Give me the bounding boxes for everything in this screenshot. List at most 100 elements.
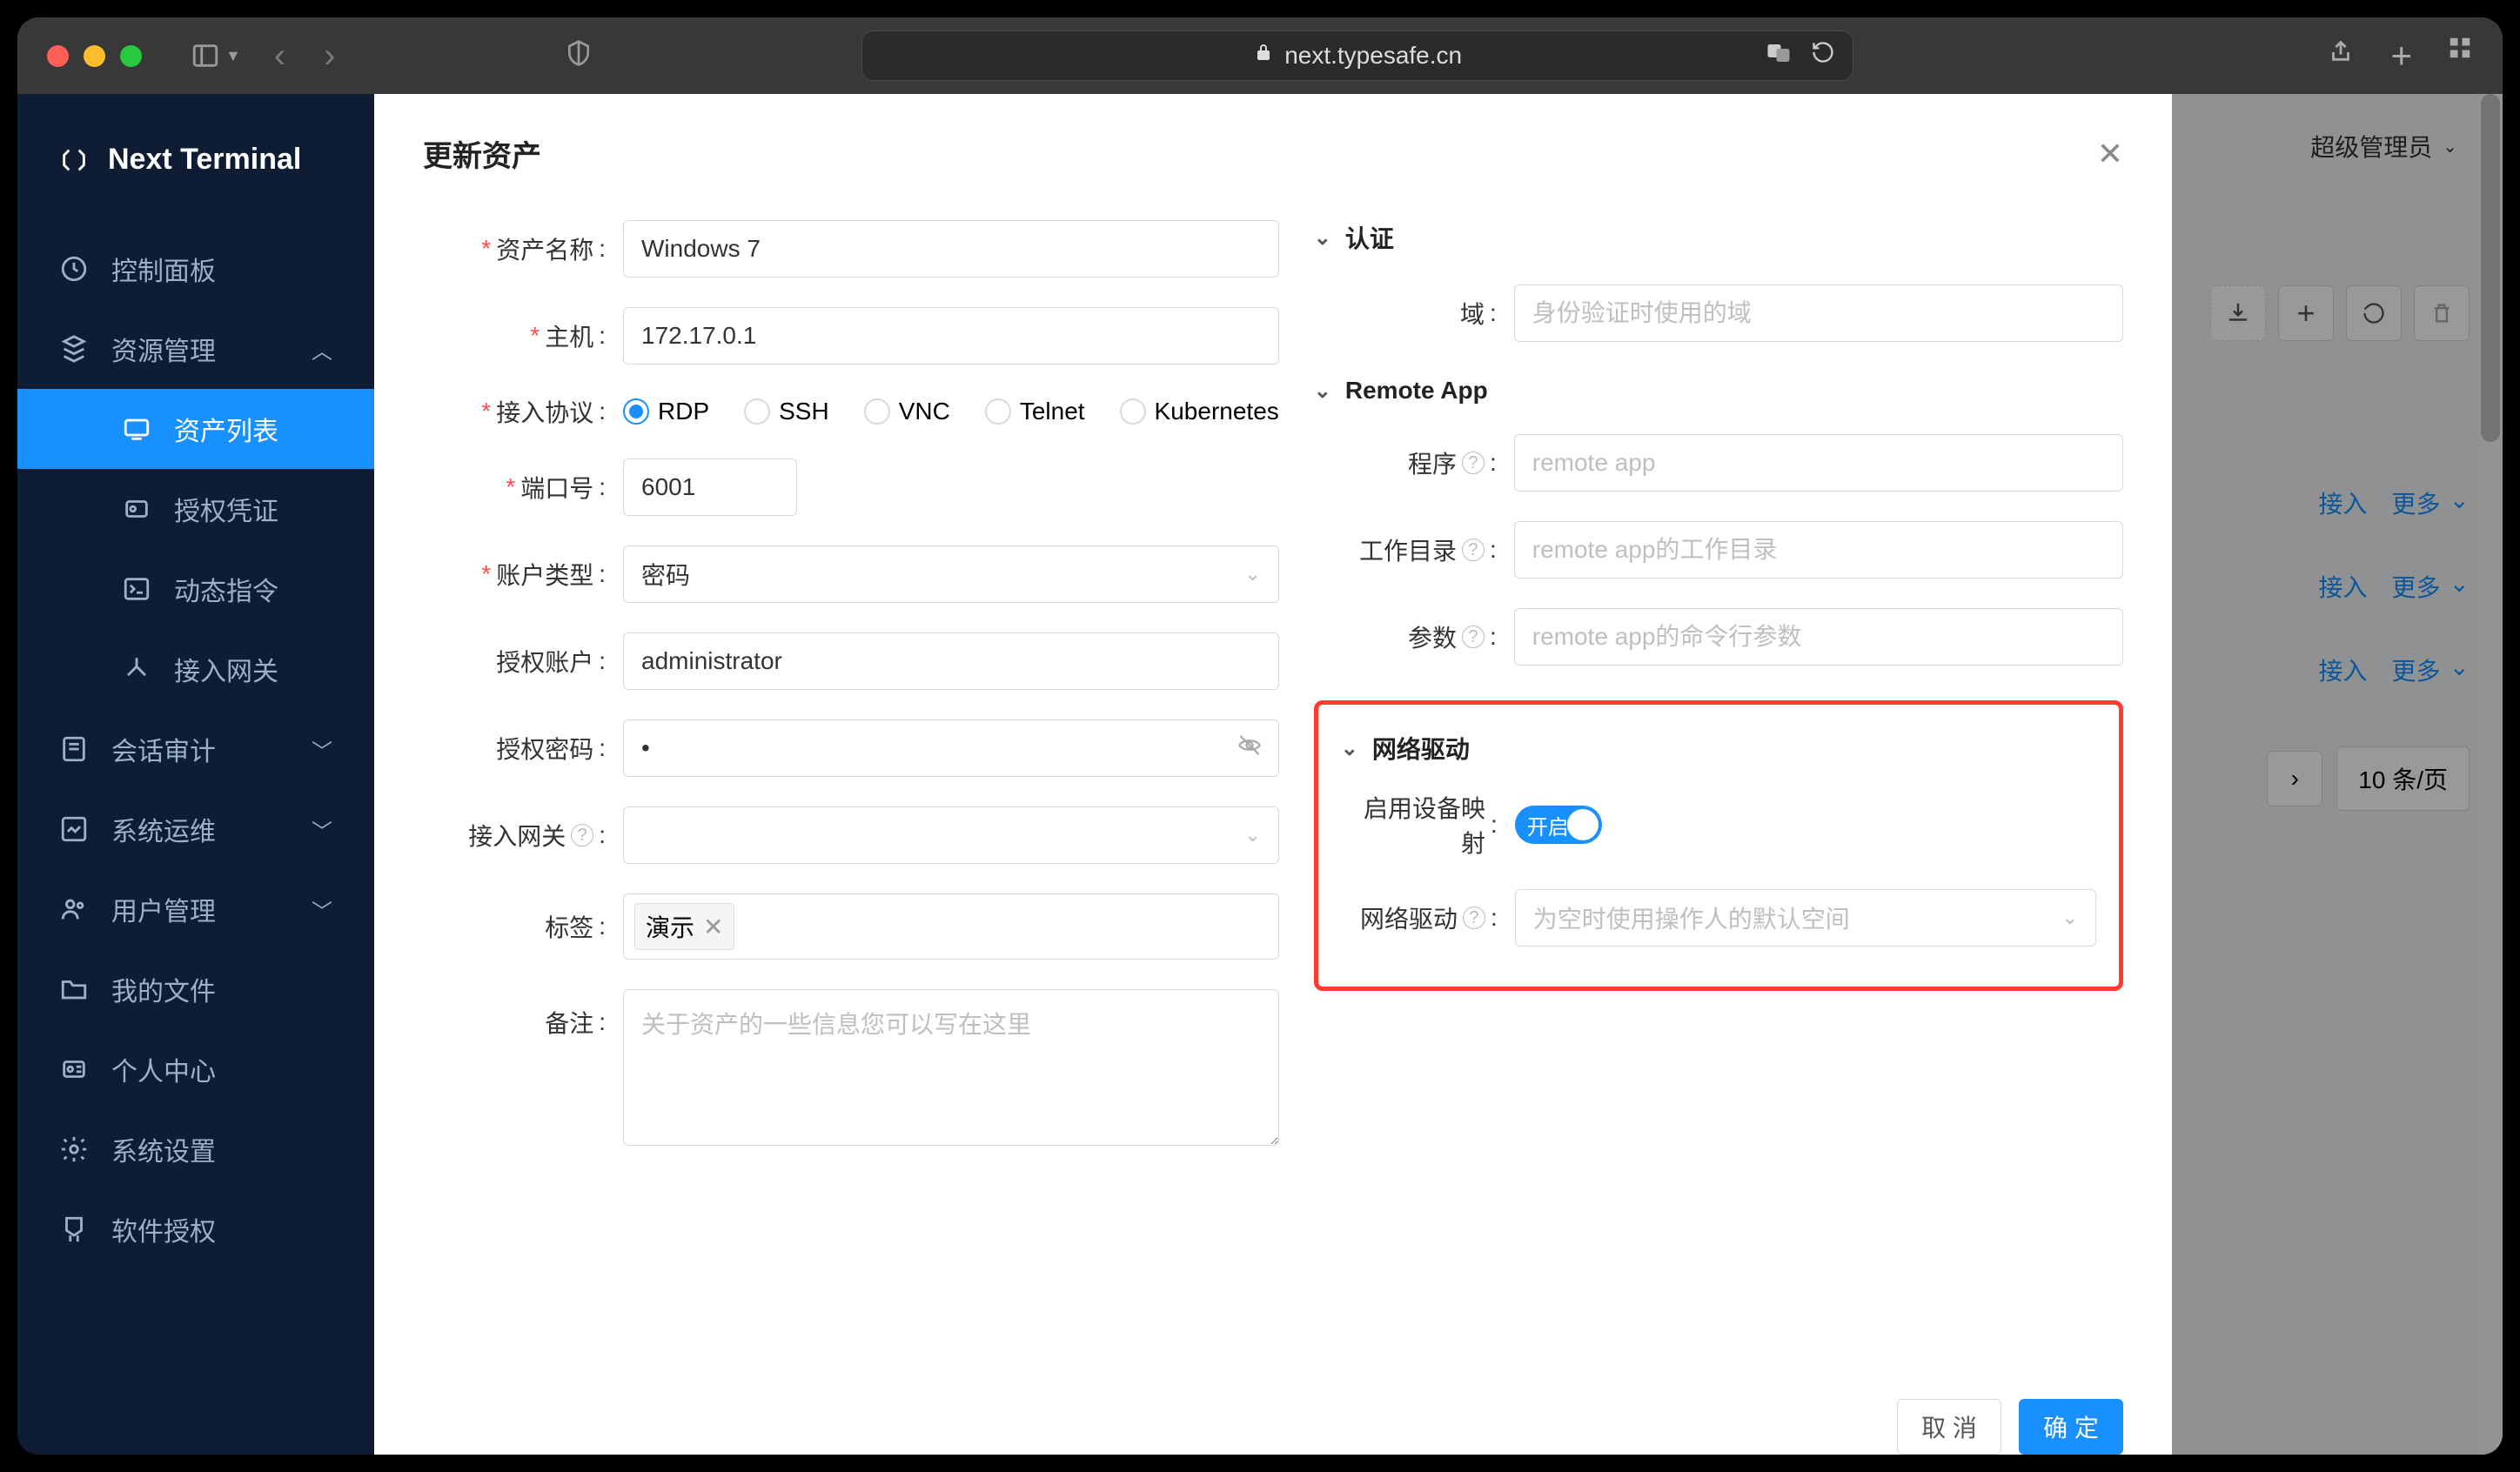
new-tab-icon[interactable]: + — [2390, 35, 2412, 77]
workdir-input[interactable] — [1514, 521, 2123, 579]
port-input[interactable] — [623, 458, 797, 516]
help-icon[interactable]: ? — [1462, 626, 1485, 648]
sidebar-item-label: 软件授权 — [111, 1210, 216, 1248]
minimize-window-button[interactable] — [84, 45, 105, 67]
auth-account-input[interactable] — [623, 632, 1279, 690]
sidebar-item-label: 动态指令 — [174, 570, 278, 608]
form-right-column: ⌄ 认证 域 : ⌄ Remote App 程序 ? : — [1314, 220, 2123, 1364]
chevron-down-icon: ﹀ — [312, 894, 332, 925]
sidebar-toggle-button[interactable]: ▼ — [191, 41, 241, 70]
chevron-down-icon: ▼ — [225, 47, 241, 65]
network-drive-select[interactable]: 为空时使用操作人的默认空间 ⌄ — [1515, 889, 2096, 947]
chevron-down-icon: ⌄ — [1244, 563, 1260, 585]
app-logo[interactable]: Next Terminal — [17, 143, 374, 229]
shield-icon[interactable] — [565, 39, 593, 73]
sidebar-item-label: 资源管理 — [111, 330, 216, 368]
sidebar-item-license[interactable]: 软件授权 — [17, 1189, 374, 1269]
chevron-down-icon: ﹀ — [312, 734, 332, 765]
main-content: 超级管理员 ⌄ + 操作 — [374, 94, 2503, 1455]
account-type-select[interactable]: 密码 ⌄ — [623, 545, 1279, 603]
share-icon[interactable] — [2326, 35, 2356, 77]
close-icon[interactable]: ✕ — [2097, 136, 2123, 172]
remote-app-section-header[interactable]: ⌄ Remote App — [1314, 377, 2123, 405]
sidebar-item-ops[interactable]: 系统运维 ﹀ — [17, 789, 374, 869]
sidebar-item-label: 授权凭证 — [174, 490, 278, 528]
back-button[interactable]: ‹ — [274, 37, 285, 76]
help-icon[interactable]: ? — [571, 824, 593, 846]
help-icon[interactable]: ? — [1462, 452, 1485, 474]
eye-off-icon[interactable] — [1237, 733, 1262, 764]
maximize-window-button[interactable] — [120, 45, 142, 67]
network-drive-highlight: ⌄ 网络驱动 启用设备映射 : 开启 — [1314, 700, 2123, 991]
update-asset-modal: 更新资产 ✕ *资产名称 : *主机 : — [374, 94, 2172, 1455]
sidebar-item-label: 会话审计 — [111, 730, 216, 768]
sidebar-item-gateway[interactable]: 接入网关 — [17, 629, 374, 709]
sidebar-item-label: 接入网关 — [174, 650, 278, 688]
remove-tag-icon[interactable]: ✕ — [703, 913, 723, 941]
params-input[interactable] — [1514, 608, 2123, 666]
chevron-down-icon: ⌄ — [1244, 824, 1260, 846]
titlebar: ▼ ‹ › next.typesafe.cn — [17, 17, 2503, 94]
sidebar-item-label: 个人中心 — [111, 1050, 216, 1088]
browser-window: ▼ ‹ › next.typesafe.cn — [17, 17, 2503, 1455]
lock-icon — [1253, 42, 1274, 70]
sidebar-item-label: 资产列表 — [174, 410, 278, 448]
sidebar-item-dashboard[interactable]: 控制面板 — [17, 229, 374, 309]
sidebar-item-files[interactable]: 我的文件 — [17, 949, 374, 1029]
modal-header: 更新资产 ✕ — [374, 94, 2172, 203]
app-body: Next Terminal 控制面板 资源管理 ︿ 资产列表 授权凭证 动 — [17, 94, 2503, 1455]
sidebar-item-users[interactable]: 用户管理 ﹀ — [17, 869, 374, 949]
host-input[interactable] — [623, 307, 1279, 365]
sidebar-item-label: 系统设置 — [111, 1130, 216, 1168]
protocol-kubernetes[interactable]: Kubernetes — [1120, 398, 1279, 425]
protocol-rdp[interactable]: RDP — [623, 398, 709, 425]
close-window-button[interactable] — [47, 45, 69, 67]
program-input[interactable] — [1514, 434, 2123, 492]
sidebar-item-credentials[interactable]: 授权凭证 — [17, 469, 374, 549]
switch-knob — [1567, 809, 1598, 840]
help-icon[interactable]: ? — [1462, 539, 1485, 561]
sidebar-item-session-audit[interactable]: 会话审计 ﹀ — [17, 709, 374, 789]
ok-button[interactable]: 确 定 — [2019, 1399, 2123, 1455]
sidebar-item-settings[interactable]: 系统设置 — [17, 1109, 374, 1189]
protocol-telnet[interactable]: Telnet — [985, 398, 1085, 425]
sidebar-item-asset-list[interactable]: 资产列表 — [17, 389, 374, 469]
url-bar[interactable]: next.typesafe.cn — [861, 30, 1853, 81]
modal-title: 更新资产 — [423, 132, 541, 175]
chevron-down-icon: ⌄ — [2062, 907, 2078, 929]
asset-name-input[interactable] — [623, 220, 1279, 278]
protocol-ssh[interactable]: SSH — [744, 398, 829, 425]
tag: 演示 ✕ — [634, 903, 734, 950]
url-text: next.typesafe.cn — [1284, 42, 1462, 70]
auth-password-input[interactable] — [623, 719, 1279, 777]
sidebar-item-profile[interactable]: 个人中心 — [17, 1029, 374, 1109]
translate-icon[interactable] — [1766, 40, 1792, 72]
gateway-select[interactable]: ⌄ — [623, 806, 1279, 864]
form-left-column: *资产名称 : *主机 : *接入协议 : RDP SSH — [423, 220, 1279, 1364]
cancel-button[interactable]: 取 消 — [1897, 1399, 2001, 1455]
auth-section-header[interactable]: ⌄ 认证 — [1314, 220, 2123, 255]
modal-footer: 取 消 确 定 — [374, 1382, 2172, 1455]
sidebar-item-label: 我的文件 — [111, 970, 216, 1008]
domain-input[interactable] — [1514, 284, 2123, 342]
tags-input[interactable]: 演示 ✕ — [623, 893, 1279, 960]
app-title: Next Terminal — [108, 143, 301, 177]
sidebar: Next Terminal 控制面板 资源管理 ︿ 资产列表 授权凭证 动 — [17, 94, 374, 1455]
sidebar-item-commands[interactable]: 动态指令 — [17, 549, 374, 629]
tabs-icon[interactable] — [2447, 35, 2473, 77]
chevron-down-icon: ⌄ — [1314, 225, 1331, 251]
network-drive-section-header[interactable]: ⌄ 网络驱动 — [1341, 731, 2096, 766]
protocol-radios: RDP SSH VNC Telnet Kubernetes — [623, 398, 1279, 425]
chevron-down-icon: ⌄ — [1341, 736, 1358, 761]
chevron-down-icon: ⌄ — [1314, 378, 1331, 404]
help-icon[interactable]: ? — [1463, 907, 1485, 929]
forward-button[interactable]: › — [324, 37, 335, 76]
device-mapping-switch[interactable]: 开启 — [1515, 806, 1602, 844]
chevron-up-icon: ︿ — [312, 334, 332, 365]
reload-icon[interactable] — [1811, 40, 1835, 72]
protocol-vnc[interactable]: VNC — [864, 398, 950, 425]
sidebar-item-label: 控制面板 — [111, 250, 216, 288]
traffic-lights — [47, 45, 142, 67]
sidebar-item-resource[interactable]: 资源管理 ︿ — [17, 309, 374, 389]
remark-textarea[interactable] — [623, 989, 1279, 1146]
